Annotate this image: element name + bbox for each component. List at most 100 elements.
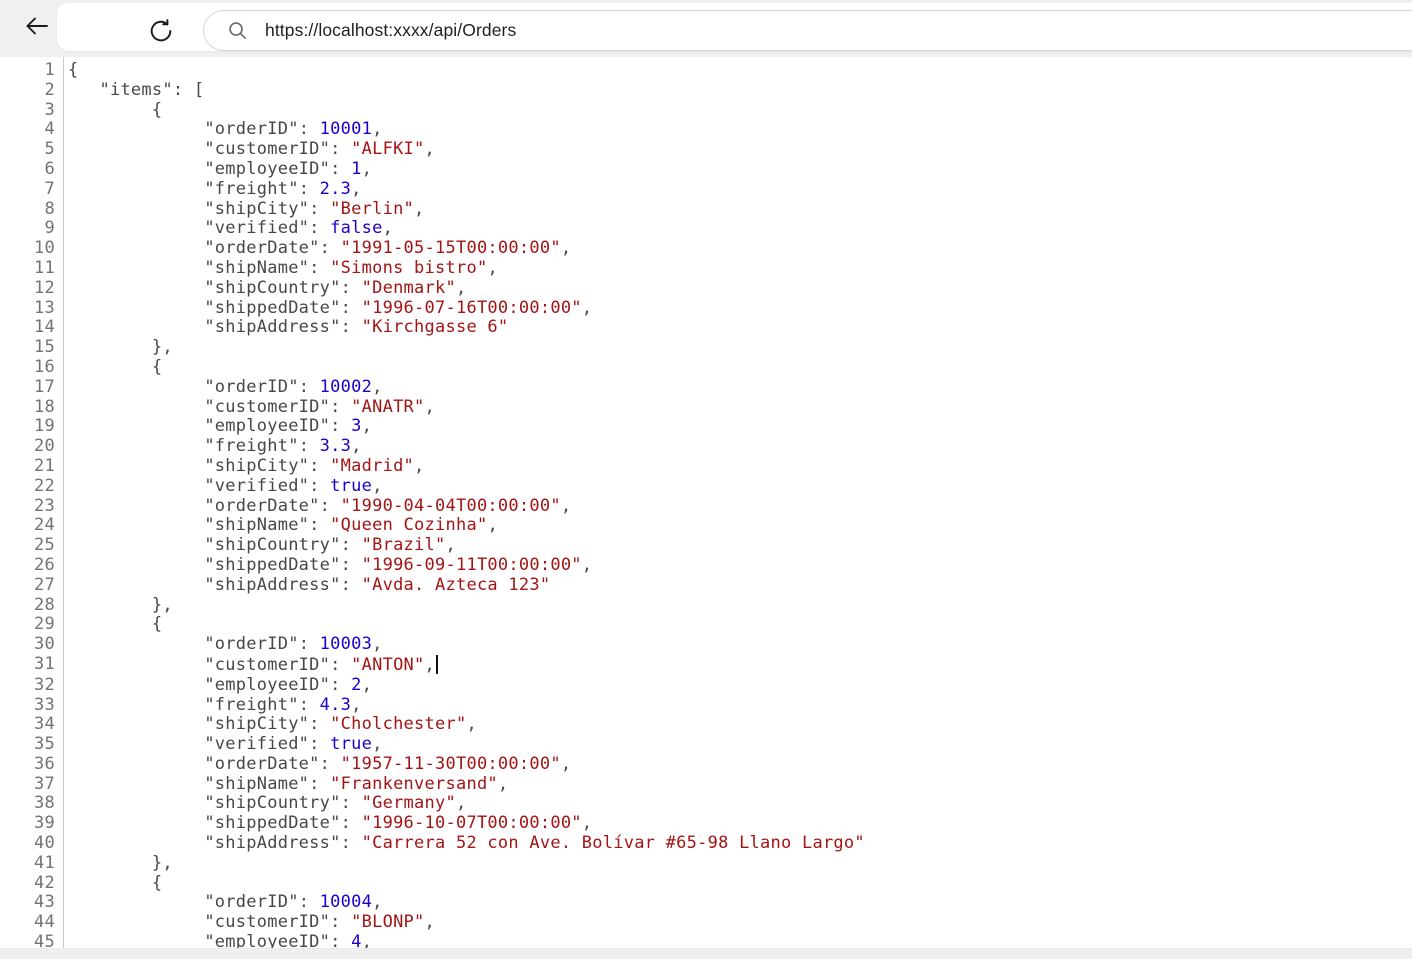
browser-toolbar: https://localhost:xxxx/api/Orders	[0, 0, 1412, 57]
code-line: 14 "shipAddress": "Kirchgasse 6"	[0, 318, 1412, 338]
code-line: 35 "verified": true,	[0, 735, 1412, 755]
gutter-separator	[63, 57, 64, 959]
text-caret	[436, 655, 438, 674]
code-line: 26 "shippedDate": "1996-09-11T00:00:00",	[0, 556, 1412, 576]
code-line: 8 "shipCity": "Berlin",	[0, 200, 1412, 220]
code-line: 41 },	[0, 854, 1412, 874]
line-number: 35	[0, 735, 55, 755]
code-line: 32 "employeeID": 2,	[0, 676, 1412, 696]
code-line: 7 "freight": 2.3,	[0, 180, 1412, 200]
code-line: 10 "orderDate": "1991-05-15T00:00:00",	[0, 239, 1412, 259]
code-line: 20 "freight": 3.3,	[0, 437, 1412, 457]
line-number: 23	[0, 497, 55, 517]
line-number: 34	[0, 715, 55, 735]
line-number: 32	[0, 676, 55, 696]
line-number: 11	[0, 259, 55, 279]
line-number: 17	[0, 378, 55, 398]
line-number: 20	[0, 437, 55, 457]
code-line: 5 "customerID": "ALFKI",	[0, 140, 1412, 160]
line-number: 25	[0, 536, 55, 556]
code-line: 38 "shipCountry": "Germany",	[0, 794, 1412, 814]
line-number: 7	[0, 180, 55, 200]
code-line: 29 {	[0, 615, 1412, 635]
line-number: 26	[0, 556, 55, 576]
line-number: 6	[0, 160, 55, 180]
code-line: 4 "orderID": 10001,	[0, 120, 1412, 140]
line-number: 21	[0, 457, 55, 477]
url-text: https://localhost:xxxx/api/Orders	[265, 20, 516, 41]
code-line: 31 "customerID": "ANTON",	[0, 655, 1412, 676]
code-area: 1{2 "items": [3 {4 "orderID": 10001,5 "c…	[0, 57, 1412, 953]
code-line: 34 "shipCity": "Cholchester",	[0, 715, 1412, 735]
code-line: 3 {	[0, 101, 1412, 121]
line-number: 15	[0, 338, 55, 358]
line-number: 37	[0, 775, 55, 795]
code-line: 37 "shipName": "Frankenversand",	[0, 775, 1412, 795]
line-number: 4	[0, 120, 55, 140]
code-line: 30 "orderID": 10003,	[0, 635, 1412, 655]
line-number: 29	[0, 615, 55, 635]
code-line: 6 "employeeID": 1,	[0, 160, 1412, 180]
code-line: 12 "shipCountry": "Denmark",	[0, 279, 1412, 299]
refresh-button[interactable]	[139, 5, 183, 57]
code-line: 2 "items": [	[0, 81, 1412, 101]
line-number: 19	[0, 417, 55, 437]
code-line: 36 "orderDate": "1957-11-30T00:00:00",	[0, 755, 1412, 775]
line-number: 44	[0, 913, 55, 933]
json-viewer: 1{2 "items": [3 {4 "orderID": 10001,5 "c…	[0, 57, 1412, 959]
code-line: 17 "orderID": 10002,	[0, 378, 1412, 398]
line-number: 31	[0, 655, 55, 676]
line-number: 36	[0, 755, 55, 775]
code-line: 24 "shipName": "Queen Cozinha",	[0, 516, 1412, 536]
code-line: 42 {	[0, 874, 1412, 894]
code-line: 19 "employeeID": 3,	[0, 417, 1412, 437]
code-line: 13 "shippedDate": "1996-07-16T00:00:00",	[0, 299, 1412, 319]
code-line: 22 "verified": true,	[0, 477, 1412, 497]
line-number: 8	[0, 200, 55, 220]
line-number: 39	[0, 814, 55, 834]
horizontal-scrollbar[interactable]	[0, 948, 1412, 959]
code-line: 15 },	[0, 338, 1412, 358]
code-line: 21 "shipCity": "Madrid",	[0, 457, 1412, 477]
back-arrow-icon	[23, 12, 51, 40]
line-number: 38	[0, 794, 55, 814]
line-number: 10	[0, 239, 55, 259]
line-number: 14	[0, 318, 55, 338]
line-number: 40	[0, 834, 55, 854]
line-number: 12	[0, 279, 55, 299]
line-number: 42	[0, 874, 55, 894]
line-number: 24	[0, 516, 55, 536]
refresh-icon	[148, 18, 174, 44]
omnibox-container: https://localhost:xxxx/api/Orders	[57, 3, 1412, 51]
code-line: 16 {	[0, 358, 1412, 378]
code-line: 33 "freight": 4.3,	[0, 696, 1412, 716]
line-number: 3	[0, 101, 55, 121]
line-number: 9	[0, 219, 55, 239]
code-line: 1{	[0, 61, 1412, 81]
code-line: 28 },	[0, 596, 1412, 616]
code-line: 18 "customerID": "ANATR",	[0, 398, 1412, 418]
code-line: 27 "shipAddress": "Avda. Azteca 123"	[0, 576, 1412, 596]
url-bar[interactable]: https://localhost:xxxx/api/Orders	[203, 10, 1412, 51]
code-line: 39 "shippedDate": "1996-10-07T00:00:00",	[0, 814, 1412, 834]
line-number: 5	[0, 140, 55, 160]
line-number: 16	[0, 358, 55, 378]
code-line: 23 "orderDate": "1990-04-04T00:00:00",	[0, 497, 1412, 517]
line-number: 43	[0, 893, 55, 913]
line-number: 33	[0, 696, 55, 716]
back-button[interactable]	[15, 0, 59, 52]
line-number: 22	[0, 477, 55, 497]
code-line: 43 "orderID": 10004,	[0, 893, 1412, 913]
line-number: 41	[0, 854, 55, 874]
code-line: 40 "shipAddress": "Carrera 52 con Ave. B…	[0, 834, 1412, 854]
code-line: 11 "shipName": "Simons bistro",	[0, 259, 1412, 279]
line-number: 2	[0, 81, 55, 101]
search-icon	[226, 19, 249, 42]
code-line: 44 "customerID": "BLONP",	[0, 913, 1412, 933]
line-number: 27	[0, 576, 55, 596]
line-number: 1	[0, 61, 55, 81]
line-number: 13	[0, 299, 55, 319]
code-line: 9 "verified": false,	[0, 219, 1412, 239]
line-number: 18	[0, 398, 55, 418]
code-line: 25 "shipCountry": "Brazil",	[0, 536, 1412, 556]
